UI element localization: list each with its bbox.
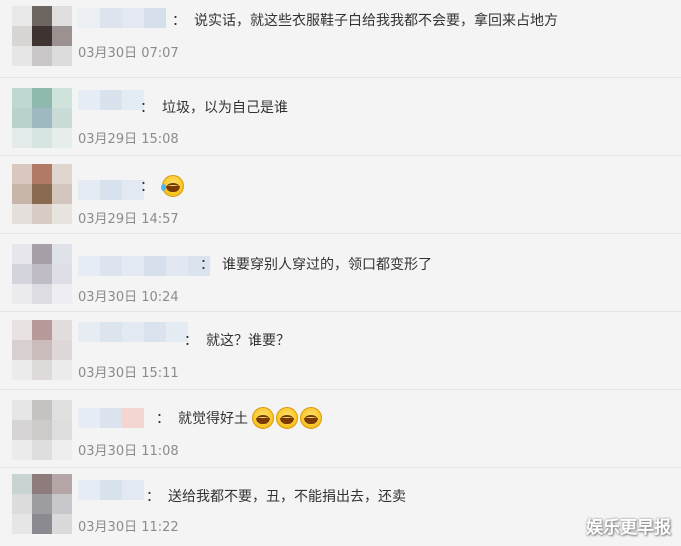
username-pixelated[interactable]: [78, 408, 144, 428]
comment-item: ： 就觉得好土 03月30日 11:08: [0, 390, 681, 468]
comment-item: ： 03月29日 14:57: [0, 156, 681, 234]
comment-item: ： 垃圾，以为自己是谁 03月29日 15:08: [0, 78, 681, 156]
comment-time: 03月30日 15:11: [78, 366, 179, 381]
comment-item: ： 谁要穿别人穿过的，领口都变形了 03月30日 10:24: [0, 234, 681, 312]
comment-page: { "comments": [ {"text": "说实话，就这些衣服鞋子白给我…: [0, 0, 681, 546]
comment-text: 就这？谁要？: [206, 333, 290, 349]
avatar[interactable]: [12, 88, 72, 148]
comment-text: 垃圾，以为自己是谁: [162, 100, 288, 116]
comment-time: 03月29日 15:08: [78, 132, 179, 147]
comment-text: 送给我都不要，丑，不能捐出去，还卖: [168, 489, 406, 505]
username-pixelated[interactable]: [78, 90, 144, 110]
colon: ：: [156, 411, 170, 427]
comment-time: 03月30日 11:22: [78, 520, 179, 535]
colon: ：: [200, 257, 214, 273]
comment-body: ：: [140, 174, 186, 198]
comment-time: 03月30日 11:08: [78, 444, 179, 459]
colon: ：: [140, 179, 154, 195]
comment-body: ： 说实话，就这些衣服鞋子白给我我都不会要，拿回来占地方: [172, 8, 558, 32]
laugh-cry-emoji-icon: [276, 407, 298, 429]
comment-body: ： 谁要穿别人穿过的，领口都变形了: [200, 252, 432, 276]
username-pixelated[interactable]: [78, 8, 166, 28]
colon: ：: [172, 13, 186, 29]
username-pixelated[interactable]: [78, 322, 188, 342]
avatar[interactable]: [12, 6, 72, 66]
avatar[interactable]: [12, 400, 72, 460]
comment-body: ： 就觉得好土: [156, 406, 324, 430]
username-pixelated[interactable]: [78, 256, 210, 276]
comment-item: ： 送给我都不要，丑，不能捐出去，还卖 03月30日 11:22: [0, 468, 681, 546]
avatar[interactable]: [12, 164, 72, 224]
comment-text: 说实话，就这些衣服鞋子白给我我都不会要，拿回来占地方: [194, 13, 558, 29]
comment-item: ： 说实话，就这些衣服鞋子白给我我都不会要，拿回来占地方 03月30日 07:0…: [0, 0, 681, 78]
comment-time: 03月29日 14:57: [78, 212, 179, 227]
avatar[interactable]: [12, 474, 72, 534]
laugh-cry-emoji-icon: [300, 407, 322, 429]
comment-body: ： 就这？谁要？: [184, 328, 290, 352]
comment-time: 03月30日 07:07: [78, 46, 179, 61]
laugh-cry-emoji-icon: [252, 407, 274, 429]
comment-body: ： 送给我都不要，丑，不能捐出去，还卖: [146, 484, 406, 508]
colon: ：: [184, 333, 198, 349]
laugh-cry-emoji-icon: [161, 175, 184, 197]
colon: ：: [140, 100, 154, 116]
comment-body: ： 垃圾，以为自己是谁: [140, 95, 288, 119]
watermark: 娱乐更早报: [586, 518, 671, 538]
username-pixelated[interactable]: [78, 480, 144, 500]
comment-text: 谁要穿别人穿过的，领口都变形了: [222, 257, 432, 273]
username-pixelated[interactable]: [78, 180, 144, 200]
comment-text: 就觉得好土: [178, 411, 248, 427]
avatar[interactable]: [12, 320, 72, 380]
comment-time: 03月30日 10:24: [78, 290, 179, 305]
colon: ：: [146, 489, 160, 505]
avatar[interactable]: [12, 244, 72, 304]
comment-item: ： 就这？谁要？ 03月30日 15:11: [0, 312, 681, 390]
